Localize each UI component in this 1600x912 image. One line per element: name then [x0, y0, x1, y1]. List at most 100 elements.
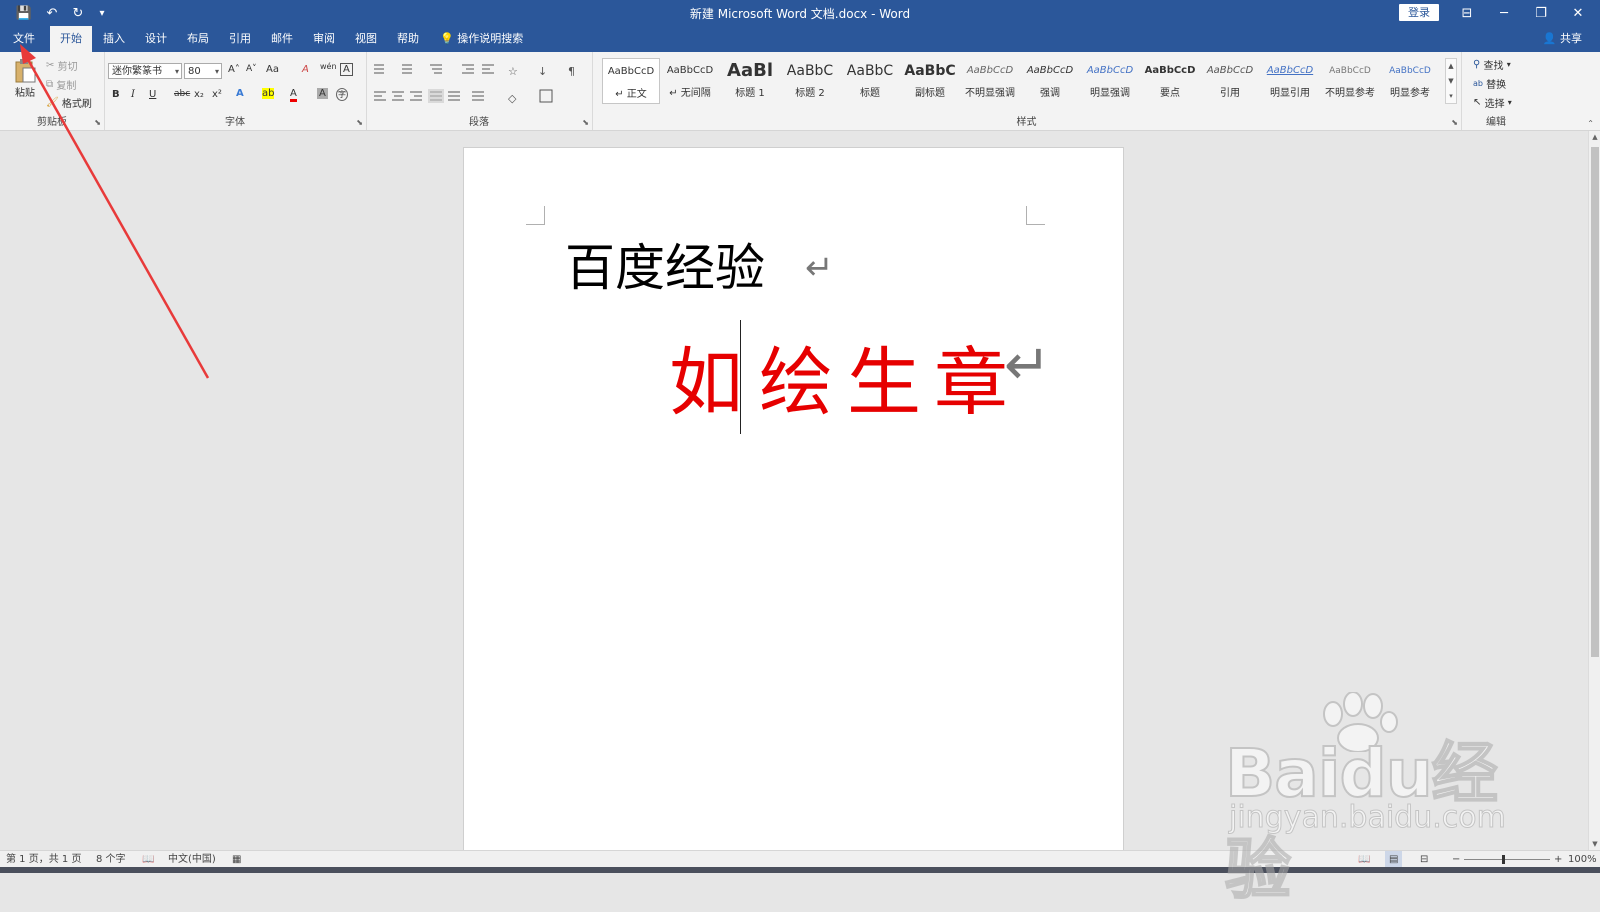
tab-design[interactable]: 设计 [140, 26, 172, 52]
grow-font-button[interactable]: A˄ [228, 64, 240, 75]
close-button[interactable]: ✕ [1555, 0, 1600, 26]
tell-me-search[interactable]: 💡 操作说明搜索 [440, 26, 540, 52]
style-name: 标题 2 [795, 88, 825, 99]
select-button[interactable]: ↖ 选择 ▾ [1473, 95, 1512, 110]
style-name: 标题 1 [735, 88, 765, 99]
style-subtitle[interactable]: AaBbC 副标题 [901, 58, 959, 104]
subscript-button[interactable]: x₂ [194, 89, 204, 100]
macro-recording-icon[interactable]: ▦ [232, 851, 241, 868]
scrollbar-thumb[interactable] [1591, 147, 1599, 657]
style-name: 副标题 [915, 88, 945, 99]
copy-button[interactable]: ⧉ 复制 [46, 77, 76, 92]
proofing-icon[interactable]: 📖 [142, 851, 154, 868]
page-count[interactable]: 第 1 页，共 1 页 [6, 851, 81, 868]
enclose-characters-button[interactable]: 字 [336, 88, 348, 101]
tab-insert[interactable]: 插入 [98, 26, 130, 52]
styles-gallery-scroll[interactable]: ▲ ▼ ▾ [1445, 58, 1457, 104]
style-title[interactable]: AaBbC 标题 [841, 58, 899, 104]
share-button[interactable]: 👤 共享 [1543, 26, 1582, 52]
style-intense-quote[interactable]: AaBbCcD 明显引用 [1261, 58, 1319, 104]
style-preview: AaBbCcD [607, 66, 655, 77]
style-name: 标题 [860, 88, 880, 99]
font-name-combo[interactable]: 迷你繁篆书 ▾ [108, 63, 182, 79]
paste-label: 粘贴 [15, 88, 35, 99]
underline-button[interactable]: U [149, 89, 156, 100]
style-preview: AaBbCcD [1206, 65, 1254, 76]
style-subtle-emphasis[interactable]: AaBbCcD 不明显强调 [961, 58, 1019, 104]
zoom-level[interactable]: 100% [1568, 851, 1597, 868]
paragraph-group: ☆ ↓ ¶ ◇ 段落 ⬊ [366, 52, 593, 130]
document-line-1[interactable]: 百度经验 [565, 238, 765, 298]
style-emphasis[interactable]: AaBbCcD 强调 [1021, 58, 1079, 104]
bold-button[interactable]: B [112, 89, 120, 100]
shrink-font-button[interactable]: A˅ [246, 64, 257, 74]
replace-icon: ab [1473, 79, 1483, 88]
paragraph-dialog-launcher-icon[interactable]: ⬊ [582, 118, 589, 127]
style-heading-1[interactable]: AaBl 标题 1 [721, 58, 779, 104]
clipboard-dialog-launcher-icon[interactable]: ⬊ [94, 118, 101, 127]
document-page[interactable]: 百度经验 ↵ 如 绘 生 章 ↵ [463, 147, 1124, 851]
style-quote[interactable]: AaBbCcD 引用 [1201, 58, 1259, 104]
chevron-down-icon: ▾ [1506, 60, 1511, 69]
style-preview: AaBbCcD [1086, 65, 1134, 76]
format-painter-button[interactable]: 🖌 格式刷 [46, 95, 92, 110]
chevron-up-icon[interactable]: ▲ [1446, 59, 1456, 74]
style-heading-2[interactable]: AaBbC 标题 2 [781, 58, 839, 104]
replace-label: 替换 [1486, 80, 1507, 91]
styles-dialog-launcher-icon[interactable]: ⬊ [1451, 118, 1458, 127]
font-size-combo[interactable]: 80 ▾ [184, 63, 222, 79]
style-name: ↵ 正文 [615, 89, 647, 100]
text-cursor [740, 320, 741, 434]
tab-layout[interactable]: 布局 [182, 26, 214, 52]
paste-button[interactable]: 粘贴 [12, 58, 38, 102]
clear-formatting-button[interactable]: A [302, 64, 309, 75]
style-name: 不明显参考 [1325, 88, 1375, 99]
zoom-in-button[interactable]: + [1554, 851, 1562, 868]
chevron-down-icon[interactable]: ▼ [1446, 74, 1456, 89]
svg-text:↓: ↓ [538, 65, 547, 78]
tab-home[interactable]: 开始 [50, 26, 92, 52]
font-dialog-launcher-icon[interactable]: ⬊ [356, 118, 363, 127]
svg-text:◇: ◇ [508, 92, 517, 105]
font-size-value: 80 [188, 66, 201, 77]
clipboard-group-label: 剪贴板 [37, 117, 67, 128]
scroll-down-icon[interactable]: ▼ [1589, 838, 1600, 850]
font-color-button[interactable]: A [290, 88, 297, 102]
style-subtle-reference[interactable]: AaBbCcD 不明显参考 [1321, 58, 1379, 104]
paragraph-controls[interactable]: ☆ ↓ ¶ ◇ [372, 60, 582, 110]
find-button[interactable]: ⚲ 查找 ▾ [1473, 57, 1511, 72]
style-no-spacing[interactable]: AaBbCcD ↵ 无间隔 [661, 58, 719, 104]
text-effects-button[interactable]: A [236, 88, 244, 99]
italic-button[interactable]: I [131, 89, 135, 100]
strikethrough-button[interactable]: abc [174, 89, 190, 99]
login-button[interactable]: 登录 [1399, 4, 1439, 21]
replace-button[interactable]: ab 替换 [1473, 76, 1506, 91]
change-case-button[interactable]: Aa [266, 64, 279, 75]
tab-references[interactable]: 引用 [224, 26, 256, 52]
style-preview: AaBbC [786, 63, 834, 79]
language-indicator[interactable]: 中文(中国) [168, 851, 216, 868]
style-intense-reference[interactable]: AaBbCcD 明显参考 [1381, 58, 1439, 104]
tab-help[interactable]: 帮助 [392, 26, 424, 52]
scroll-up-icon[interactable]: ▲ [1589, 131, 1600, 143]
ribbon-tabs: 文件 开始 插入 设计 布局 引用 邮件 审阅 视图 帮助 💡 操作说明搜索 👤… [0, 26, 1600, 52]
highlight-color-button[interactable]: ab [262, 88, 275, 99]
tab-file[interactable]: 文件 [8, 26, 40, 52]
seal-char-4: 章 [934, 340, 1008, 426]
cut-button[interactable]: ✂ 剪切 [46, 58, 78, 73]
tab-mailings[interactable]: 邮件 [266, 26, 298, 52]
tab-view[interactable]: 视图 [350, 26, 382, 52]
character-border-button[interactable]: A [340, 63, 353, 76]
more-styles-icon[interactable]: ▾ [1446, 89, 1456, 104]
word-count[interactable]: 8 个字 [96, 851, 126, 868]
style-strong[interactable]: AaBbCcD 要点 [1141, 58, 1199, 104]
collapse-ribbon-icon[interactable]: ⌃ [1587, 119, 1594, 128]
phonetic-guide-button[interactable]: wén [320, 62, 337, 71]
vertical-scrollbar[interactable]: ▲ ▼ [1588, 131, 1600, 850]
find-label: 查找 [1483, 61, 1504, 72]
character-shading-button[interactable]: A [317, 88, 328, 99]
style-intense-emphasis[interactable]: AaBbCcD 明显强调 [1081, 58, 1139, 104]
superscript-button[interactable]: x² [212, 89, 222, 100]
style-normal[interactable]: AaBbCcD ↵ 正文 [602, 58, 660, 104]
tab-review[interactable]: 审阅 [308, 26, 340, 52]
